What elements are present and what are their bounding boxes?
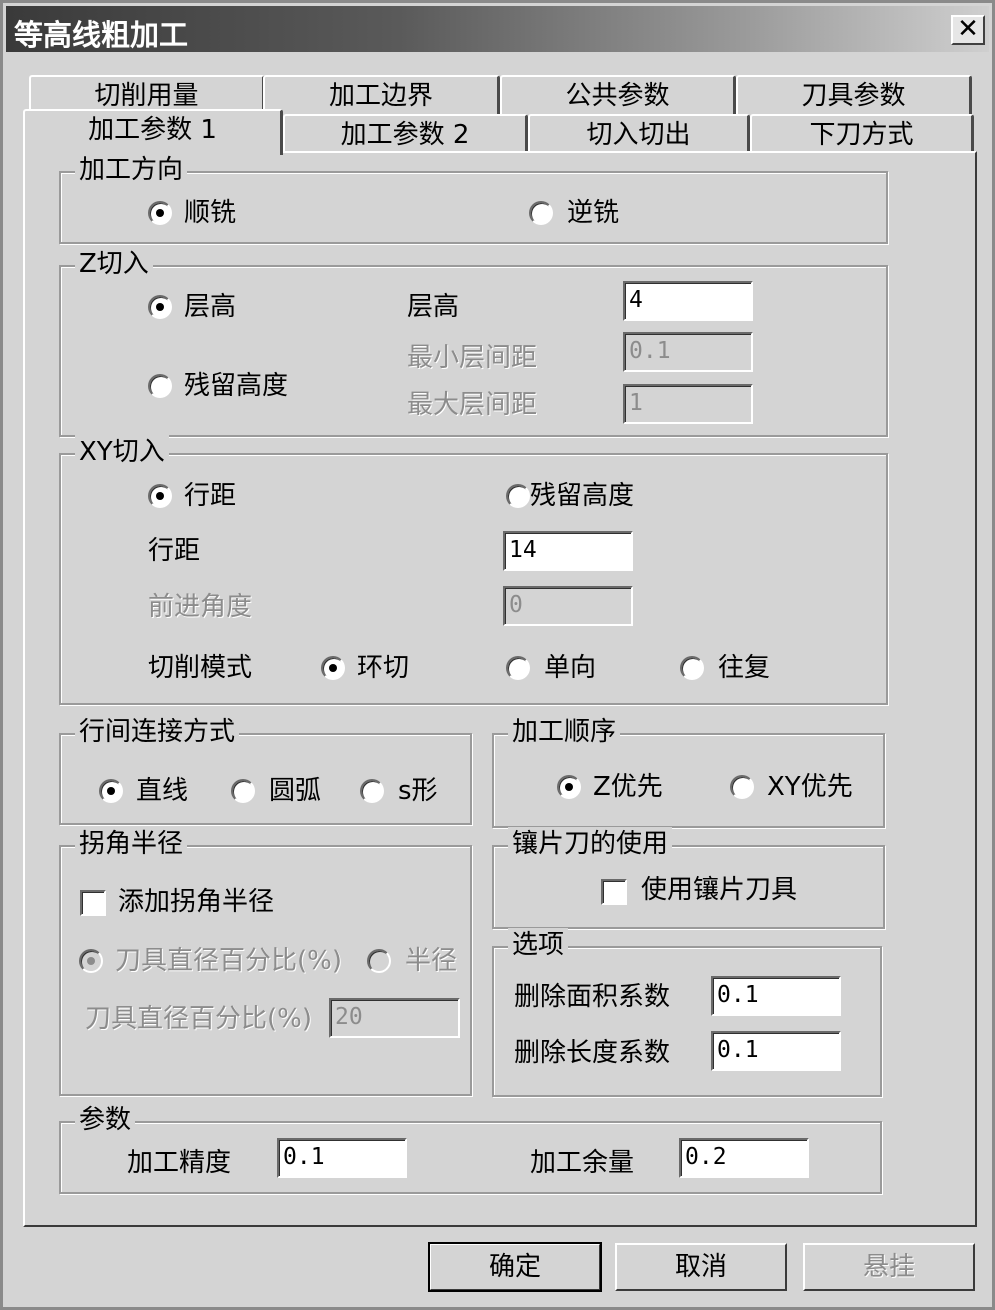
tab-machining-boundary[interactable]: 加工边界 <box>263 75 500 115</box>
params-legend: 参数 <box>75 1103 136 1137</box>
hang-button[interactable]: 悬挂 <box>803 1243 975 1291</box>
layer-height-input[interactable]: 4 <box>623 281 753 321</box>
link-line-label: 直线 <box>136 776 189 806</box>
z-layer-height-option-label: 层高 <box>184 292 237 322</box>
machining-precision-label: 加工精度 <box>127 1148 232 1178</box>
title-bar: 等高线粗加工 ✕ <box>6 6 989 52</box>
mode-zigzag-label: 往复 <box>718 653 771 683</box>
tab-plunge-method[interactable]: 下刀方式 <box>750 114 974 154</box>
mode-zigzag-radio[interactable] <box>680 656 704 680</box>
tab-common-params[interactable]: 公共参数 <box>500 75 736 115</box>
dialog-window: 等高线粗加工 ✕ 切削用量 加工边界 公共参数 刀具参数 加工参数 1 加工参数… <box>0 0 995 1310</box>
conventional-milling-label: 逆铣 <box>567 198 620 228</box>
min-layer-spacing-label: 最小层间距 <box>407 343 538 373</box>
z-layer-height-radio[interactable] <box>148 295 172 319</box>
xy-residual-height-radio[interactable] <box>506 484 530 508</box>
ok-button[interactable]: 确定 <box>428 1242 602 1292</box>
tab-machining-params-1[interactable]: 加工参数 1 <box>23 109 283 155</box>
corner-percent-label: 刀具直径百分比(%) <box>85 1004 312 1034</box>
tab-machining-params-2[interactable]: 加工参数 2 <box>283 114 528 154</box>
corner-radius-legend: 拐角半径 <box>75 827 188 861</box>
min-layer-spacing-input[interactable]: 0.1 <box>623 332 753 372</box>
order-z-first-radio[interactable] <box>557 775 581 799</box>
machining-allowance-input[interactable]: 0.2 <box>679 1138 809 1178</box>
row-spacing-input[interactable]: 14 <box>503 531 633 571</box>
machining-order-legend: 加工顺序 <box>508 715 621 749</box>
link-arc-radio[interactable] <box>231 779 255 803</box>
row-link-legend: 行间连接方式 <box>75 715 240 749</box>
close-button[interactable]: ✕ <box>951 15 985 45</box>
row-spacing-label: 行距 <box>148 536 201 566</box>
max-layer-spacing-input[interactable]: 1 <box>623 384 753 424</box>
cancel-button[interactable]: 取消 <box>615 1243 787 1291</box>
z-residual-height-radio[interactable] <box>148 374 172 398</box>
options-group: 选项 <box>492 928 882 1097</box>
corner-radius-radio[interactable] <box>367 949 391 973</box>
conventional-milling-radio[interactable] <box>529 201 553 225</box>
z-cut-legend: Z切入 <box>75 247 153 281</box>
delete-length-factor-input[interactable]: 0.1 <box>711 1031 841 1071</box>
corner-percent-option-label: 刀具直径百分比(%) <box>115 946 342 976</box>
link-s-shape-label: s形 <box>398 776 438 806</box>
advance-angle-input[interactable]: 0 <box>503 586 633 626</box>
delete-length-factor-label: 删除长度系数 <box>514 1038 671 1068</box>
window-title: 等高线粗加工 <box>14 18 189 52</box>
insert-tool-legend: 镶片刀的使用 <box>508 827 673 861</box>
order-xy-first-label: XY优先 <box>767 772 853 802</box>
add-corner-radius-checkbox[interactable] <box>80 890 106 916</box>
xy-row-spacing-radio[interactable] <box>148 484 172 508</box>
tab-lead-in-out[interactable]: 切入切出 <box>528 114 750 154</box>
cutting-mode-label: 切削模式 <box>148 653 253 683</box>
z-residual-height-option-label: 残留高度 <box>184 371 289 401</box>
corner-radius-option-label: 半径 <box>405 946 458 976</box>
use-insert-tool-label: 使用镶片刀具 <box>641 875 798 905</box>
delete-area-factor-label: 删除面积系数 <box>514 982 671 1012</box>
use-insert-tool-checkbox[interactable] <box>601 879 627 905</box>
delete-area-factor-input[interactable]: 0.1 <box>711 976 841 1016</box>
order-xy-first-radio[interactable] <box>730 775 754 799</box>
mode-contour-label: 环切 <box>357 653 410 683</box>
link-s-shape-radio[interactable] <box>360 779 384 803</box>
corner-percent-radio[interactable] <box>79 949 103 973</box>
options-legend: 选项 <box>508 928 569 962</box>
layer-height-label: 层高 <box>407 292 460 322</box>
mode-one-way-label: 单向 <box>544 653 597 683</box>
tab-tool-params[interactable]: 刀具参数 <box>736 75 972 115</box>
advance-angle-label: 前进角度 <box>148 592 253 622</box>
link-arc-label: 圆弧 <box>269 776 322 806</box>
add-corner-radius-label: 添加拐角半径 <box>118 887 275 917</box>
machining-precision-input[interactable]: 0.1 <box>277 1138 407 1178</box>
xy-cut-legend: XY切入 <box>75 435 169 469</box>
corner-percent-input[interactable]: 20 <box>329 998 460 1038</box>
xy-row-spacing-option-label: 行距 <box>184 481 237 511</box>
link-line-radio[interactable] <box>99 779 123 803</box>
xy-residual-height-option-label: 残留高度 <box>530 481 635 511</box>
mode-contour-radio[interactable] <box>321 656 345 680</box>
max-layer-spacing-label: 最大层间距 <box>407 390 538 420</box>
mode-one-way-radio[interactable] <box>506 656 530 680</box>
order-z-first-label: Z优先 <box>593 772 663 802</box>
climb-milling-radio[interactable] <box>148 201 172 225</box>
climb-milling-label: 顺铣 <box>184 198 237 228</box>
machining-allowance-label: 加工余量 <box>530 1148 635 1178</box>
direction-legend: 加工方向 <box>75 153 188 187</box>
